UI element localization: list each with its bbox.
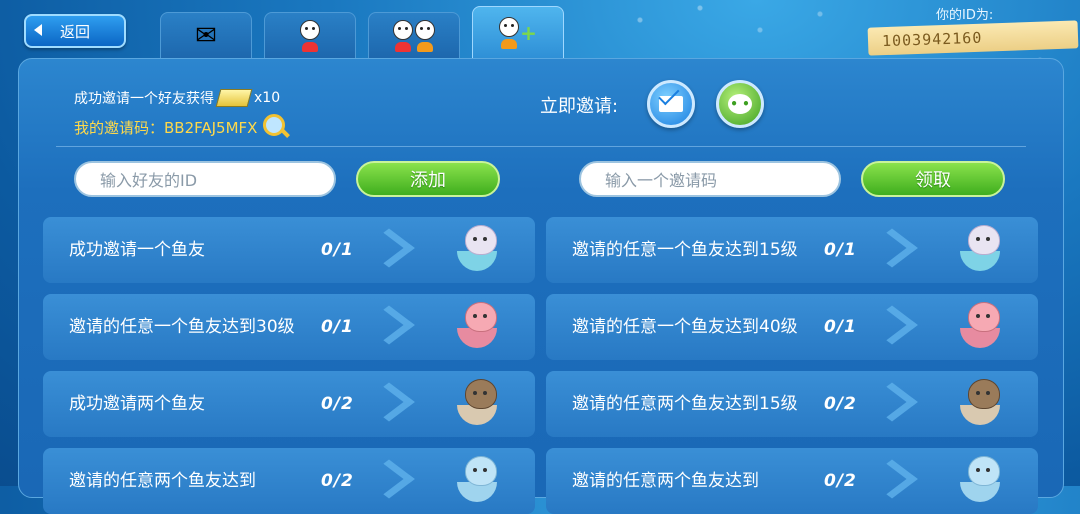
add-friend-icon: + xyxy=(499,17,537,49)
tab-mail[interactable]: ✉ xyxy=(160,12,252,60)
add-friend-button[interactable]: 添加 xyxy=(356,161,500,197)
fish-reward-icon xyxy=(958,456,1006,506)
task-progress: 0/2 xyxy=(824,471,857,491)
task-progress: 0/2 xyxy=(321,471,354,491)
invite-mail-button[interactable] xyxy=(647,80,695,128)
magnifier-icon[interactable] xyxy=(263,114,291,140)
task-progress: 0/1 xyxy=(824,240,857,260)
fish-reward-icon xyxy=(455,379,503,429)
task-label: 成功邀请两个鱼友 xyxy=(69,393,205,414)
reward-text: 成功邀请一个好友获得 xyxy=(74,91,214,107)
claim-button[interactable]: 领取 xyxy=(861,161,1005,197)
fish-reward-icon xyxy=(455,302,503,352)
friend-id-input[interactable]: 输入好友的ID xyxy=(74,161,336,197)
task-card[interactable]: 成功邀请一个鱼友 0/1 xyxy=(43,217,535,283)
task-label: 邀请的任意一个鱼友达到30级 xyxy=(69,316,295,337)
task-progress: 0/1 xyxy=(321,240,354,260)
chevron-right-icon xyxy=(886,379,910,429)
fish-reward-icon xyxy=(455,225,503,275)
tab-two-friends[interactable] xyxy=(368,12,460,60)
task-label: 邀请的任意两个鱼友达到 xyxy=(69,470,256,491)
chevron-right-icon xyxy=(383,379,407,429)
divider xyxy=(56,146,1026,147)
chevron-right-icon xyxy=(383,456,407,506)
task-label: 邀请的任意两个鱼友达到 xyxy=(572,470,759,491)
task-progress: 0/1 xyxy=(824,317,857,337)
mail-gift-icon: ✉ xyxy=(195,21,217,51)
fish-reward-icon xyxy=(958,302,1006,352)
task-progress: 0/2 xyxy=(321,394,354,414)
task-progress: 0/1 xyxy=(321,317,354,337)
tab-single-friend[interactable] xyxy=(264,12,356,60)
reward-count: x10 xyxy=(254,90,281,106)
task-card[interactable]: 邀请的任意两个鱼友达到15级 0/2 xyxy=(546,371,1038,437)
fish-reward-icon xyxy=(958,225,1006,275)
task-card[interactable]: 邀请的任意两个鱼友达到 0/2 xyxy=(546,448,1038,514)
player-id-value: 1003942160 xyxy=(867,20,1079,56)
tab-add-friend[interactable]: + xyxy=(472,6,564,60)
single-friend-icon xyxy=(300,20,320,52)
task-label: 邀请的任意两个鱼友达到15级 xyxy=(572,393,798,414)
task-progress: 0/2 xyxy=(824,394,857,414)
chevron-right-icon xyxy=(886,225,910,275)
back-label: 返回 xyxy=(59,22,90,41)
chevron-right-icon xyxy=(383,225,407,275)
task-card[interactable]: 邀请的任意一个鱼友达到40级 0/1 xyxy=(546,294,1038,360)
task-card[interactable]: 成功邀请两个鱼友 0/2 xyxy=(43,371,535,437)
task-card[interactable]: 邀请的任意一个鱼友达到15级 0/1 xyxy=(546,217,1038,283)
reward-line: 成功邀请一个好友获得 x10 xyxy=(74,88,280,108)
invite-code-text: 我的邀请码：BB2FAJ5MFX xyxy=(74,118,258,137)
task-card[interactable]: 邀请的任意两个鱼友达到 0/2 xyxy=(43,448,535,514)
invite-code-input[interactable]: 输入一个邀请码 xyxy=(579,161,841,197)
two-friends-icon xyxy=(393,20,435,52)
chat-bubble-icon: • • xyxy=(728,94,752,114)
chevron-right-icon xyxy=(886,302,910,352)
envelope-icon xyxy=(659,96,683,112)
invite-now-label: 立即邀请: xyxy=(540,96,619,117)
money-icon xyxy=(215,89,253,107)
invite-wechat-button[interactable]: • • xyxy=(716,80,764,128)
back-button[interactable]: 返回 xyxy=(24,14,126,48)
player-id-label: 你的ID为: xyxy=(936,8,994,23)
invite-code-line: 我的邀请码：BB2FAJ5MFX xyxy=(74,114,291,140)
chevron-right-icon xyxy=(383,302,407,352)
task-label: 邀请的任意一个鱼友达到40级 xyxy=(572,316,798,337)
fish-reward-icon xyxy=(958,379,1006,429)
chevron-right-icon xyxy=(886,456,910,506)
back-arrow-icon xyxy=(34,24,42,36)
task-label: 成功邀请一个鱼友 xyxy=(69,239,205,260)
fish-reward-icon xyxy=(455,456,503,506)
task-label: 邀请的任意一个鱼友达到15级 xyxy=(572,239,798,260)
task-card[interactable]: 邀请的任意一个鱼友达到30级 0/1 xyxy=(43,294,535,360)
